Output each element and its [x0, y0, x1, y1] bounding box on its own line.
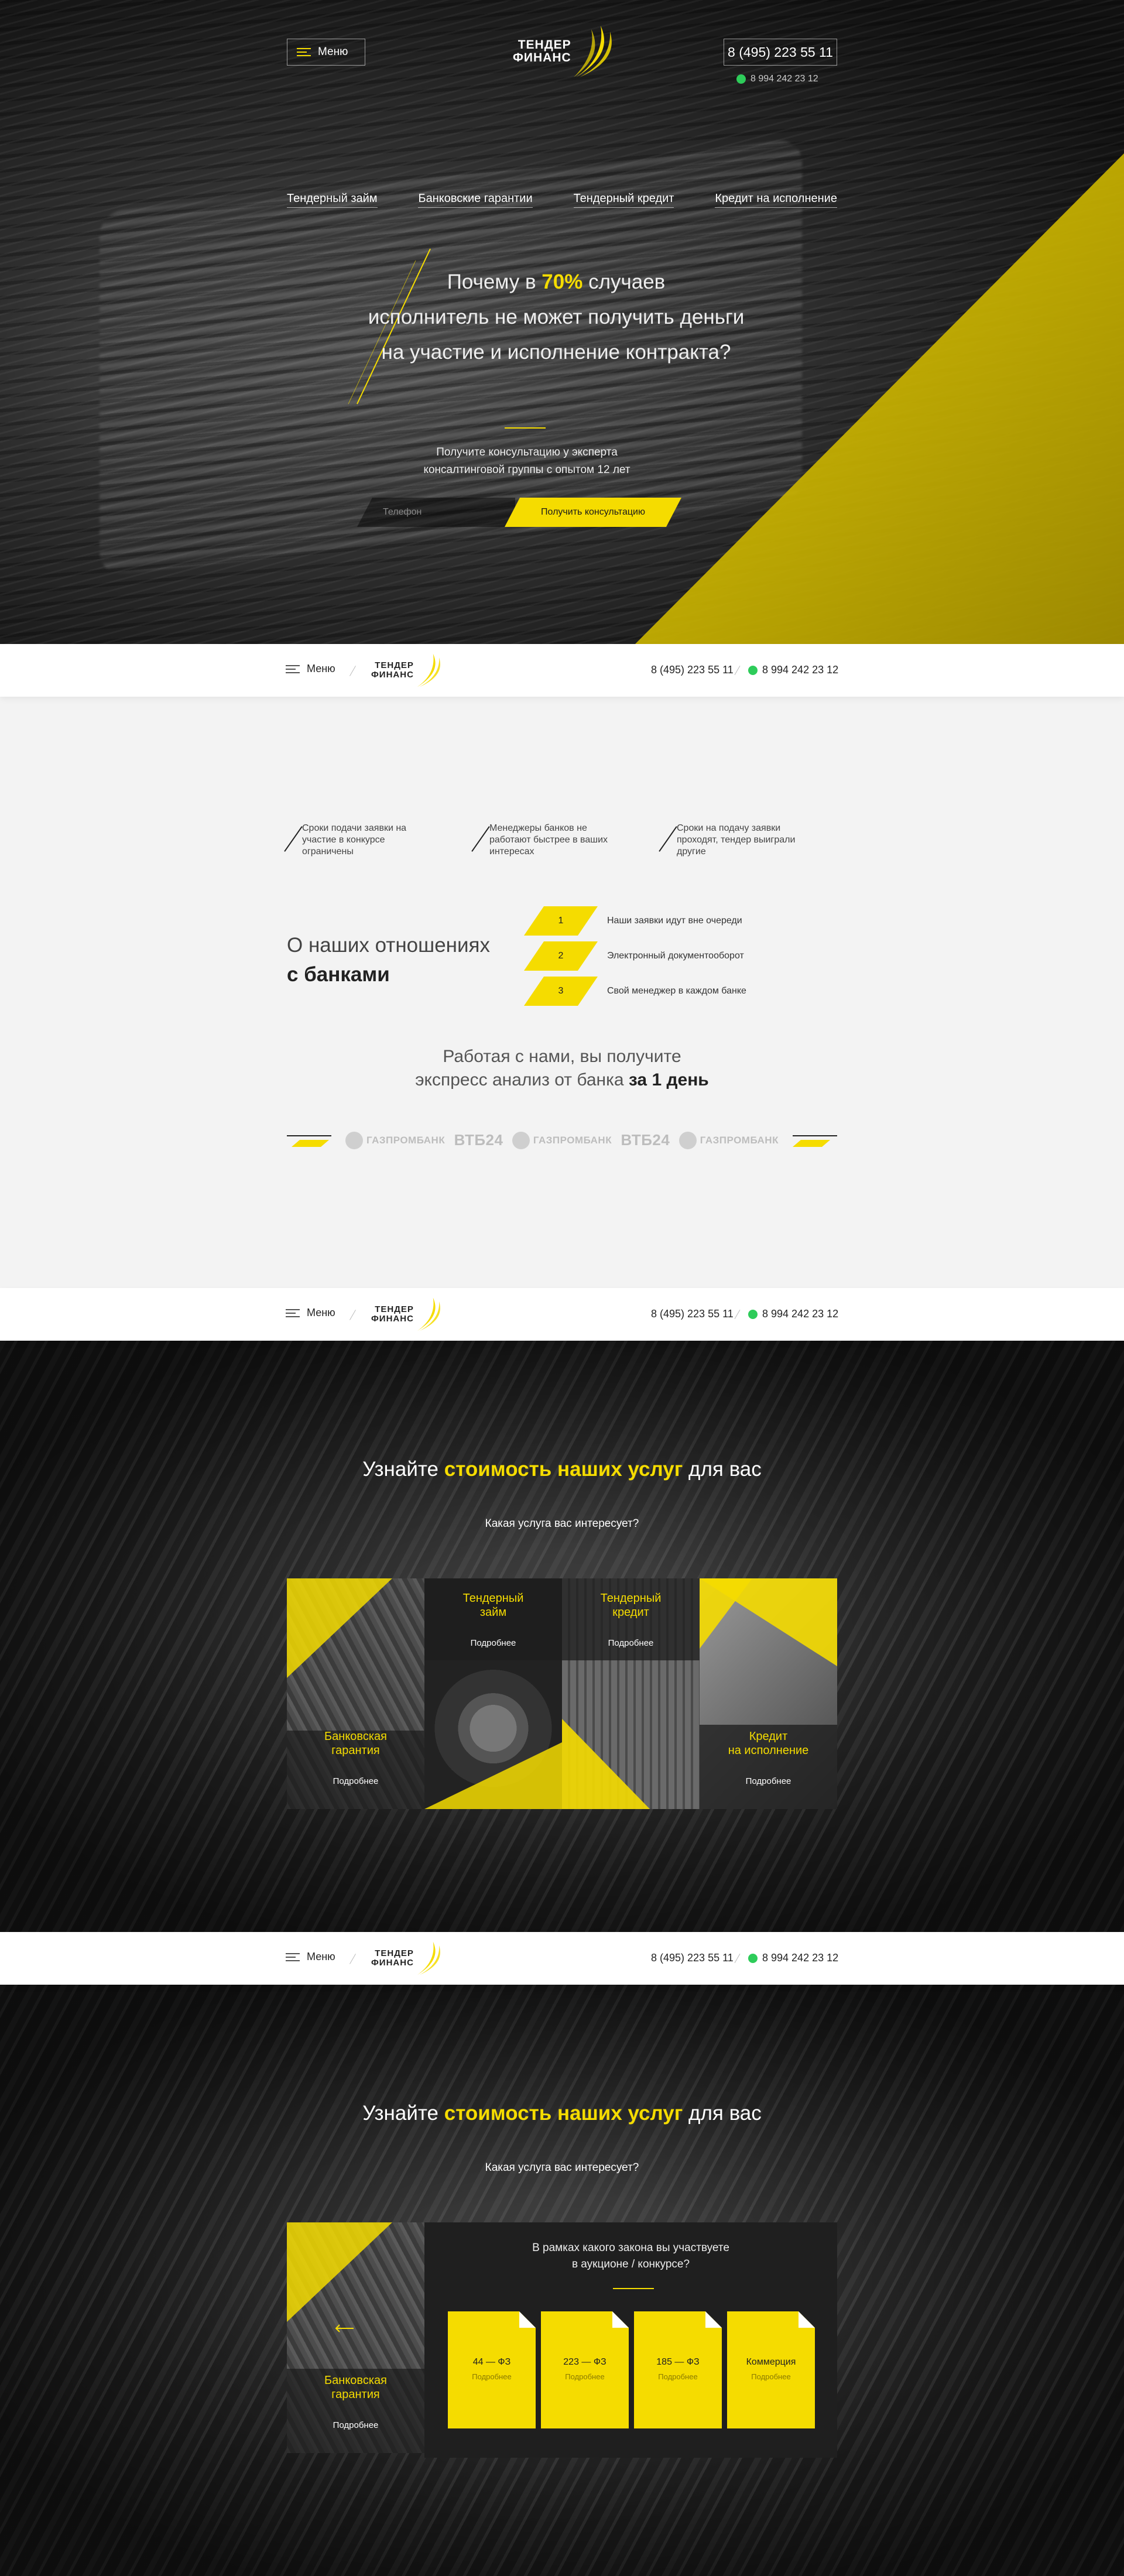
bar-menu-button[interactable]: Меню — [286, 663, 335, 675]
services-question: Какая услуга вас интересует? — [485, 2161, 639, 2174]
card-title: Тендерный займ — [462, 1592, 524, 1619]
bank-logo: ГАЗПРОМБАНК — [678, 1131, 779, 1149]
header-phone[interactable]: 8 (495) 223 55 11 — [724, 39, 837, 66]
hero-divider — [505, 427, 546, 429]
bank-logo: ВТБ24 — [621, 1131, 670, 1149]
law-card-223fz[interactable]: 223 — ФЗ Подробнее — [541, 2311, 629, 2428]
gazprombank-icon — [345, 1131, 363, 1149]
burger-icon — [297, 48, 311, 56]
back-arrow-icon[interactable] — [335, 2324, 355, 2332]
logo-line2: ФИНАНС — [513, 51, 571, 64]
hero-subtitle: Получите консультацию у эксперта консалт… — [423, 446, 630, 476]
menu-button[interactable]: Меню — [287, 39, 365, 66]
card-tender-credit[interactable]: Тендерный кредит Подробнее — [562, 1578, 700, 1809]
card-title: Тендерный кредит — [600, 1592, 662, 1619]
consultation-button[interactable]: Получить консультацию — [505, 498, 681, 527]
services-section: Узнайте стоимость наших услуг для вас Ка… — [0, 1341, 1124, 1932]
whatsapp-icon — [736, 74, 746, 84]
card-more-link[interactable]: Подробнее — [287, 1776, 424, 1786]
bank-logos: ГАЗПРОМБАНК ВТБ24 ГАЗПРОМБАНК ВТБ24 ГАЗП… — [345, 1131, 779, 1149]
card-more-link[interactable]: Подробнее — [700, 1776, 837, 1786]
banks-section: Сроки подачи заявки на участие в конкурс… — [0, 697, 1124, 1288]
card-more-link[interactable]: Подробнее — [424, 1638, 562, 1648]
card-title: Банковская гарантия — [324, 2374, 387, 2401]
bar-logo[interactable]: ТЕНДЕР ФИНАНС — [371, 652, 443, 688]
bar-logo[interactable]: ТЕНДЕР ФИНАНС — [371, 1296, 443, 1332]
bar-logo[interactable]: ТЕНДЕР ФИНАНС — [371, 1940, 443, 1976]
gazprombank-icon — [678, 1131, 697, 1149]
sticky-bar: Меню ТЕНДЕР ФИНАНС 8 (495) 223 55 11 8 9… — [0, 1288, 1124, 1341]
law-question: В рамках какого закона вы участвуете в а… — [532, 2242, 729, 2270]
bank-logo: ГАЗПРОМБАНК — [345, 1131, 445, 1149]
header-whatsapp[interactable]: 8 994 242 23 12 — [736, 74, 818, 84]
law-card-commerce[interactable]: Коммерция Подробнее — [727, 2311, 815, 2428]
service-cards: Банковская гарантия Подробнее — [287, 2222, 424, 2453]
menu-label: Меню — [318, 46, 348, 58]
feature-item: Сроки подачи заявки на участие в конкурс… — [284, 823, 433, 858]
hero-title: Почему в 70% случаев исполнитель не може… — [368, 270, 745, 364]
card-title: Кредит на исполнение — [728, 1730, 809, 1757]
burger-icon — [286, 1308, 300, 1317]
logo[interactable]: ТЕНДЕР ФИНАНС — [513, 23, 616, 80]
services-question: Какая услуга вас интересует? — [485, 1517, 639, 1530]
feature-item: Менеджеры банков не работают быстрее в в… — [471, 823, 621, 858]
bar-menu-button[interactable]: Меню — [286, 1307, 335, 1319]
card-execution-credit[interactable]: Кредит на исполнение Подробнее — [700, 1578, 837, 1809]
bank-logo: ВТБ24 — [454, 1131, 503, 1149]
services-title: Узнайте стоимость наших услуг для вас — [362, 2102, 762, 2125]
bank-logo: ГАЗПРОМБАНК — [512, 1131, 612, 1149]
law-card-44fz[interactable]: 44 — ФЗ Подробнее — [448, 2311, 536, 2428]
logo-wing-icon — [417, 1941, 440, 1975]
nav-bank-guarantees[interactable]: Банковские гарантии — [418, 192, 533, 208]
card-more-link[interactable]: Подробнее — [562, 1638, 700, 1648]
hero-section: Меню ТЕНДЕР ФИНАНС 8 (495) 223 55 11 8 9… — [0, 0, 1124, 644]
sticky-bar: Меню ТЕНДЕР ФИНАНС 8 (495) 223 55 11 8 9… — [0, 644, 1124, 697]
burger-icon — [286, 664, 300, 673]
carousel-next-arrow[interactable] — [793, 1135, 837, 1150]
whatsapp-number: 8 994 242 23 12 — [751, 74, 818, 84]
bar-whatsapp[interactable]: 8 994 242 23 12 — [748, 1952, 838, 1964]
card-title: Банковская гарантия — [324, 1730, 387, 1757]
services-expanded-section: Узнайте стоимость наших услуг для вас Ка… — [0, 1985, 1124, 2576]
bar-whatsapp[interactable]: 8 994 242 23 12 — [748, 1308, 838, 1320]
bar-phone[interactable]: 8 (495) 223 55 11 — [651, 1952, 734, 1964]
card-tender-loan[interactable]: Тендерный займ Подробнее — [424, 1578, 562, 1809]
carousel-prev-arrow[interactable] — [287, 1135, 331, 1150]
nav-execution-credit[interactable]: Кредит на исполнение — [715, 192, 837, 208]
bar-phone[interactable]: 8 (495) 223 55 11 — [651, 664, 734, 676]
logo-wing-icon — [573, 26, 612, 77]
whatsapp-icon — [748, 1309, 758, 1319]
whatsapp-icon — [748, 665, 758, 675]
service-cards: Банковская гарантия Подробнее Тендерный … — [287, 1578, 837, 1809]
whatsapp-icon — [748, 1953, 758, 1963]
card-bank-guarantee[interactable]: Банковская гарантия Подробнее — [287, 1578, 424, 1809]
main-nav: Тендерный займ Банковские гарантии Тенде… — [287, 192, 837, 208]
logo-wing-icon — [417, 653, 440, 687]
express-text: Работая с нами, вы получите экспресс ана… — [415, 1047, 709, 1090]
bar-phone[interactable]: 8 (495) 223 55 11 — [651, 1308, 734, 1320]
relations-title: О наших отношениях с банками — [287, 934, 490, 986]
sticky-bar: Меню ТЕНДЕР ФИНАНС 8 (495) 223 55 11 8 9… — [0, 1932, 1124, 1985]
card-bank-guarantee[interactable]: Банковская гарантия Подробнее — [287, 2222, 424, 2453]
burger-icon — [286, 1952, 300, 1961]
gazprombank-icon — [512, 1131, 530, 1149]
relation-step: 3 Свой менеджер в каждом банке — [524, 977, 746, 1006]
bar-whatsapp[interactable]: 8 994 242 23 12 — [748, 664, 838, 676]
logo-line1: ТЕНДЕР — [518, 37, 571, 52]
services-title: Узнайте стоимость наших услуг для вас — [362, 1458, 762, 1481]
card-more-link[interactable]: Подробнее — [287, 2420, 424, 2430]
law-card-185fz[interactable]: 185 — ФЗ Подробнее — [634, 2311, 722, 2428]
nav-tender-credit[interactable]: Тендерный кредит — [573, 192, 674, 208]
law-select-panel: В рамках какого закона вы участвуете в а… — [424, 2222, 837, 2458]
hero-title-highlight: 70% — [542, 270, 583, 293]
bar-menu-button[interactable]: Меню — [286, 1951, 335, 1963]
relation-step: 2 Электронный документооборот — [524, 941, 744, 971]
feature-item: Сроки на подачу заявки проходят, тендер … — [659, 823, 808, 858]
relation-step: 1 Наши заявки идут вне очереди — [524, 906, 742, 936]
logo-wing-icon — [417, 1297, 440, 1331]
nav-tender-loan[interactable]: Тендерный займ — [287, 192, 378, 208]
phone-input[interactable] — [357, 498, 515, 527]
